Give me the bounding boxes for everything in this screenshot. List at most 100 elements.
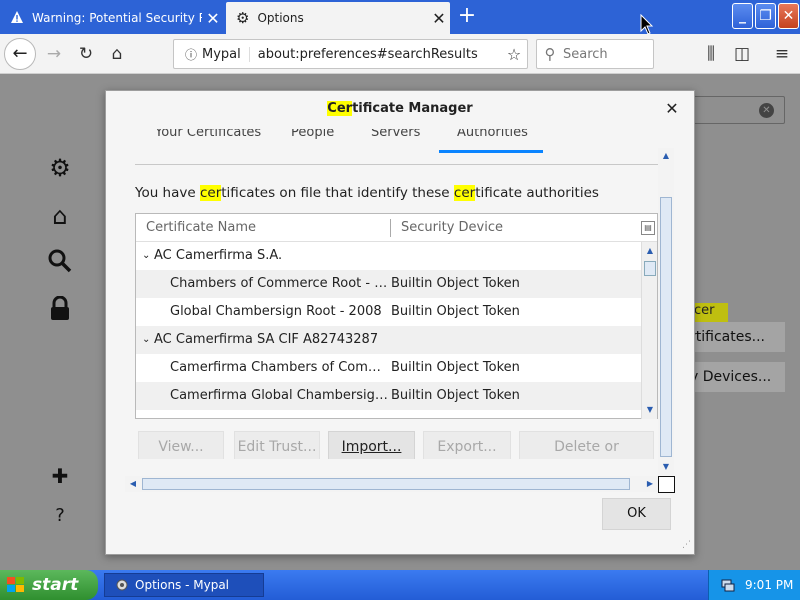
dialog-vertical-scrollbar[interactable]: ▲ ▼ [658,148,674,475]
tree-row[interactable]: Camerfirma Chambers of Comme… Builtin Ob… [136,354,641,382]
home-icon[interactable]: ⌂ [44,200,76,232]
back-button[interactable]: ← [4,38,36,70]
tab-authorities[interactable]: Authorities [439,129,543,153]
import-button[interactable]: Import... [328,431,415,459]
tree-row[interactable]: Chambers of Commerce Root - 2… Builtin O… [136,270,641,298]
network-icon[interactable] [721,578,735,592]
clear-icon[interactable]: ✕ [759,103,774,118]
cert-name: Camerfirma Global Chambersign R… [170,388,388,403]
chevron-down-icon[interactable]: ⌄ [142,326,150,354]
scroll-thumb[interactable] [142,478,630,490]
intro-highlight: cer [199,185,222,201]
scroll-left-icon[interactable]: ◀ [126,477,140,491]
system-tray: 9:01 PM [708,570,800,600]
address-text[interactable]: about:preferences#searchResults [258,47,501,62]
home-button[interactable]: ⌂ [103,40,131,68]
tree-group-row[interactable]: ⌄ AC Camerfirma SA CIF A82743287 [136,326,641,354]
tree-row[interactable]: Global Chambersign Root - 2008 Builtin O… [136,298,641,326]
certificate-tree[interactable]: Certificate Name Security Device ▤ ⌄ AC … [135,213,658,419]
minimize-button[interactable]: _ [732,3,753,29]
column-separator[interactable] [390,219,391,237]
start-label: start [32,575,79,595]
preferences-find-input[interactable]: ✕ [690,96,785,124]
search-highlight: cer [692,303,728,322]
dialog-title: Certificate Manager [106,91,694,127]
cert-name: Camerfirma Chambers of Comme… [170,360,388,375]
tab-people[interactable]: People [291,129,334,153]
info-icon[interactable]: ⓘ [180,46,202,63]
search-icon[interactable] [44,248,76,280]
search-placeholder: Search [563,46,608,62]
help-icon[interactable]: ? [44,500,76,532]
tree-header: Certificate Name Security Device ▤ [136,214,657,242]
scroll-thumb[interactable] [644,261,656,276]
taskbar: start Options - Mypal 9:01 PM [0,570,800,600]
sidebar-icon[interactable]: ◫ [728,40,756,68]
cert-name: Chambers of Commerce Root - 2… [170,276,388,291]
view-certificates-button[interactable]: rtificates... [690,322,785,352]
scroll-corner [658,476,675,493]
window-close-button[interactable]: ✕ [778,3,799,29]
scroll-up-icon[interactable]: ▲ [643,244,657,258]
column-certificate-name[interactable]: Certificate Name [146,220,256,235]
reload-button[interactable]: ↻ [72,40,100,68]
tab-servers[interactable]: Servers [371,129,420,153]
scroll-up-icon[interactable]: ▲ [659,149,673,163]
browser-titlebar: Warning: Potential Security Risk A ✕ ⚙ O… [0,0,800,34]
library-icon[interactable]: ⫼ [697,40,725,68]
taskbar-item-label: Options - Mypal [135,578,230,592]
taskbar-item-mypal[interactable]: Options - Mypal [104,573,264,597]
scroll-down-icon[interactable]: ▼ [659,460,673,474]
tab-label: Options [257,11,304,25]
chevron-down-icon[interactable]: ⌄ [142,242,150,270]
start-button[interactable]: start [0,570,98,600]
cert-device: Builtin Object Token [391,304,520,319]
warning-icon [10,10,24,27]
scroll-thumb[interactable] [660,197,672,457]
gear-icon[interactable]: ⚙ [44,152,76,184]
tab-options[interactable]: ⚙ Options ✕ [226,2,450,34]
mouse-cursor-icon [640,14,654,35]
edit-trust-button[interactable]: Edit Trust... [234,431,320,459]
cert-name: AC Camerfirma SA CIF A82743287 [154,332,379,347]
lock-icon[interactable] [44,295,76,328]
dialog-horizontal-scrollbar[interactable]: ◀ ▶ [125,476,658,492]
certificate-tabs: Your Certificates People Servers Authori… [135,129,670,165]
puzzle-icon[interactable]: ✚ [44,460,76,492]
menu-icon[interactable]: ≡ [768,40,796,68]
intro-text: You have certificates on file that ident… [135,185,599,201]
column-picker-icon[interactable]: ▤ [641,221,655,235]
view-button[interactable]: View... [138,431,224,459]
delete-or-distrust-button[interactable]: Delete or Distrust... [519,431,654,459]
tab-security-warning[interactable]: Warning: Potential Security Risk A ✕ [0,2,224,34]
tab-your-certificates[interactable]: Your Certificates [155,129,261,153]
url-bar[interactable]: ⓘ Mypal about:preferences#searchResults … [173,39,528,69]
tree-group-row[interactable]: ⌄ AC Camerfirma S.A. [136,242,641,270]
search-icon: ⚲ [544,45,556,63]
close-icon[interactable]: ✕ [428,9,450,28]
new-tab-button[interactable]: + [452,2,482,32]
clock: 9:01 PM [745,578,794,592]
close-icon[interactable]: ✕ [202,9,224,28]
scroll-down-icon[interactable]: ▼ [643,403,657,417]
dialog-content: Your Certificates People Servers Authori… [106,129,676,459]
bookmark-star-icon[interactable]: ☆ [501,45,527,64]
site-identity[interactable]: Mypal [202,46,250,62]
scroll-right-icon[interactable]: ▶ [643,477,657,491]
security-devices-button[interactable]: y Devices... [690,362,785,392]
maximize-button[interactable]: ❐ [755,3,776,29]
tree-vertical-scrollbar[interactable]: ▲ ▼ [641,242,657,419]
navigation-toolbar: ← → ↻ ⌂ ⓘ Mypal about:preferences#search… [0,34,800,74]
forward-button[interactable]: → [40,40,68,68]
intro-part: You have [135,185,200,201]
title-rest: tificate Manager [352,101,473,116]
dialog-close-icon[interactable]: ✕ [662,99,682,119]
ok-button[interactable]: OK [602,498,671,530]
search-input[interactable]: ⚲ Search [536,39,654,69]
cert-name: Global Chambersign Root - 2008 [170,304,382,319]
resize-grip-icon[interactable]: ⋰ [682,540,694,552]
tree-row[interactable]: Camerfirma Global Chambersign R… Builtin… [136,382,641,410]
column-security-device[interactable]: Security Device [401,220,503,235]
export-button[interactable]: Export... [423,431,511,459]
intro-highlight: cer [453,185,476,201]
